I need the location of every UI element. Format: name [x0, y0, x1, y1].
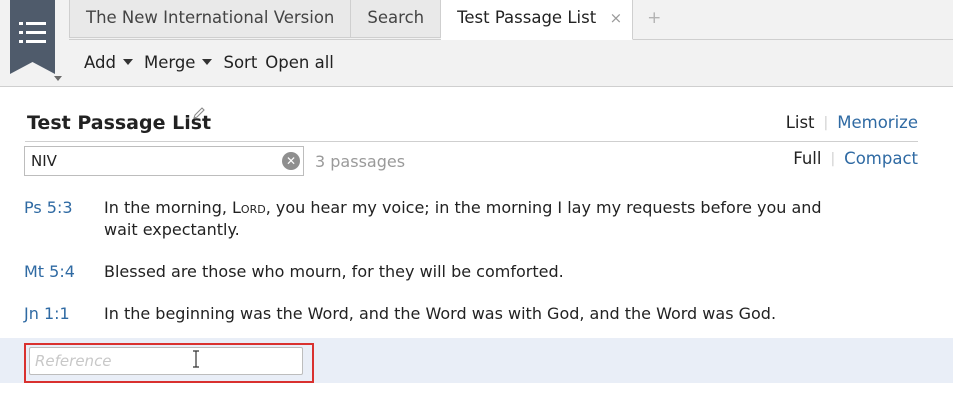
- list-item: Jn 1:1 In the beginning was the Word, an…: [24, 303, 824, 325]
- view-mode-toggle: List | Memorize: [786, 113, 918, 132]
- divider: |: [830, 150, 836, 167]
- density-toggle: Full | Compact: [793, 149, 918, 168]
- density-full-option[interactable]: Full: [793, 149, 821, 168]
- tab-test-passage-list[interactable]: Test Passage List ×: [441, 0, 634, 40]
- reference-input[interactable]: [29, 347, 303, 375]
- divider: |: [823, 114, 829, 131]
- list-bookmark-icon: [10, 0, 55, 74]
- panel-menu-caret-icon[interactable]: [54, 76, 62, 81]
- add-label: Add: [84, 52, 116, 72]
- tab-niv[interactable]: The New International Version: [69, 0, 352, 38]
- passage-reference-link[interactable]: Ps 5:3: [24, 197, 73, 219]
- version-input[interactable]: [25, 147, 287, 175]
- open-all-button[interactable]: Open all: [265, 53, 334, 72]
- list-item: Mt 5:4 Blessed are those who mourn, for …: [24, 261, 824, 283]
- chevron-down-icon: [202, 59, 213, 65]
- open-all-label: Open all: [265, 52, 334, 72]
- panel-chrome: The New International Version Search Tes…: [0, 0, 953, 87]
- add-menu-button[interactable]: Add: [84, 53, 133, 72]
- pencil-icon[interactable]: [192, 106, 206, 120]
- chevron-down-icon: [122, 59, 133, 65]
- passage-reference-link[interactable]: Mt 5:4: [24, 261, 75, 283]
- passage-text: In the beginning was the Word, and the W…: [104, 304, 777, 323]
- merge-label: Merge: [143, 52, 196, 72]
- sort-label: Sort: [223, 52, 258, 72]
- tab-search[interactable]: Search: [351, 0, 442, 38]
- page-title: Test Passage List: [27, 112, 212, 134]
- sort-button[interactable]: Sort: [223, 53, 257, 72]
- passage-text: In the morning, Lord, you hear my voice;…: [104, 197, 824, 241]
- close-icon[interactable]: ×: [610, 0, 623, 36]
- panel-menu-button[interactable]: [10, 0, 55, 74]
- clear-circle-icon[interactable]: ✕: [282, 152, 300, 170]
- tab-label: Test Passage List: [457, 8, 597, 27]
- passage-reference-link[interactable]: Jn 1:1: [24, 303, 70, 325]
- passage-divine-name: Lord: [232, 198, 266, 217]
- toolbar: Add Merge Sort Open all: [84, 50, 345, 74]
- new-tab-button[interactable]: +: [633, 0, 675, 38]
- passage-text: Blessed are those who mourn, for they wi…: [104, 262, 564, 281]
- list-header: Test Passage List List | Memorize: [25, 106, 918, 142]
- density-compact-option[interactable]: Compact: [844, 149, 918, 168]
- merge-menu-button[interactable]: Merge: [144, 53, 213, 72]
- passage-list: Ps 5:3 In the morning, Lord, you hear my…: [24, 197, 824, 345]
- list-item: Ps 5:3 In the morning, Lord, you hear my…: [24, 197, 824, 241]
- tab-strip: The New International Version Search Tes…: [69, 0, 675, 40]
- passage-count: 3 passages: [315, 152, 406, 171]
- version-filter: ✕: [24, 146, 304, 176]
- view-memorize-option[interactable]: Memorize: [837, 113, 918, 132]
- text-cursor-icon: [193, 350, 199, 368]
- passage-text-part: In the morning,: [104, 198, 233, 217]
- view-list-option[interactable]: List: [786, 113, 815, 132]
